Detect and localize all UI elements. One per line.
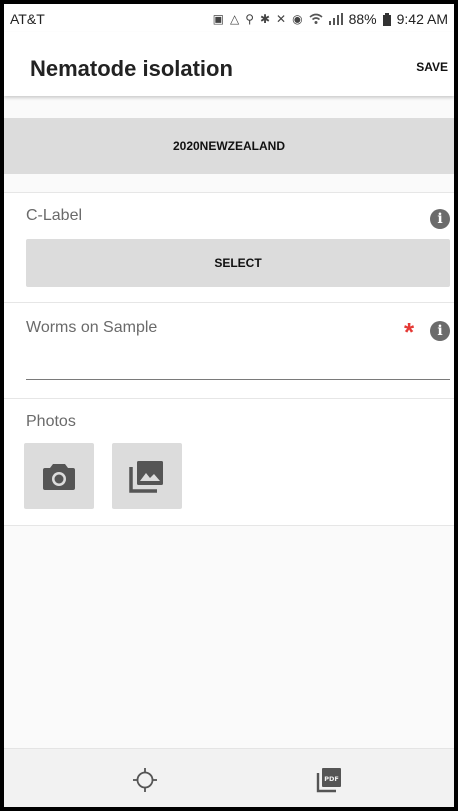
gallery-icon: [129, 461, 163, 493]
info-icon[interactable]: i: [430, 321, 450, 341]
project-name-band: 2020NEWZEALAND: [4, 118, 454, 174]
save-button[interactable]: SAVE: [416, 60, 448, 74]
gallery-button[interactable]: [112, 443, 182, 509]
status-bar: AT&T ▣ △ ⚲ ✱ ✕ ◉ 88% 9:42 AM: [4, 4, 454, 32]
worms-on-sample-section: Worms on Sample * i: [4, 302, 454, 399]
page-title: Nematode isolation: [30, 56, 233, 81]
svg-text:PDF: PDF: [324, 775, 339, 783]
battery-icon: [382, 12, 391, 26]
clock-time: 9:42 AM: [396, 11, 448, 27]
input-underline: [26, 379, 450, 380]
bottom-bar: PDF: [4, 748, 454, 807]
photos-section: Photos: [4, 398, 454, 526]
c-label-section: C-Label i SELECT: [4, 192, 454, 303]
worms-on-sample-input[interactable]: [26, 351, 454, 379]
worms-on-sample-label: Worms on Sample: [26, 319, 158, 336]
signal-icon: [328, 13, 343, 25]
location-icon: ⚲: [245, 12, 254, 26]
drive-icon: △: [229, 12, 240, 26]
image-icon: ▣: [212, 12, 224, 26]
c-label-select-button[interactable]: SELECT: [26, 239, 450, 287]
camera-button[interactable]: [24, 443, 94, 509]
photos-label: Photos: [26, 413, 76, 430]
battery-percent: 88%: [348, 11, 377, 27]
bluetooth-icon: ✱: [259, 12, 271, 26]
status-icons: ▣ △ ⚲ ✱ ✕ ◉ 88% 9:42 AM: [213, 11, 448, 27]
info-icon[interactable]: i: [430, 209, 450, 229]
alarm-icon: ◉: [292, 12, 303, 26]
carrier-label: AT&T: [10, 11, 45, 27]
required-asterisk: *: [404, 317, 415, 347]
phone-screen: AT&T ▣ △ ⚲ ✱ ✕ ◉ 88% 9:42 AM Nematode is…: [4, 4, 454, 807]
mute-icon: ✕: [276, 12, 287, 26]
gps-target-icon[interactable]: [132, 767, 158, 793]
camera-icon: [43, 464, 75, 490]
wifi-icon: [309, 13, 323, 24]
c-label-label: C-Label: [26, 207, 83, 224]
pdf-icon[interactable]: PDF: [316, 767, 342, 793]
app-bar: Nematode isolation SAVE: [4, 32, 454, 96]
